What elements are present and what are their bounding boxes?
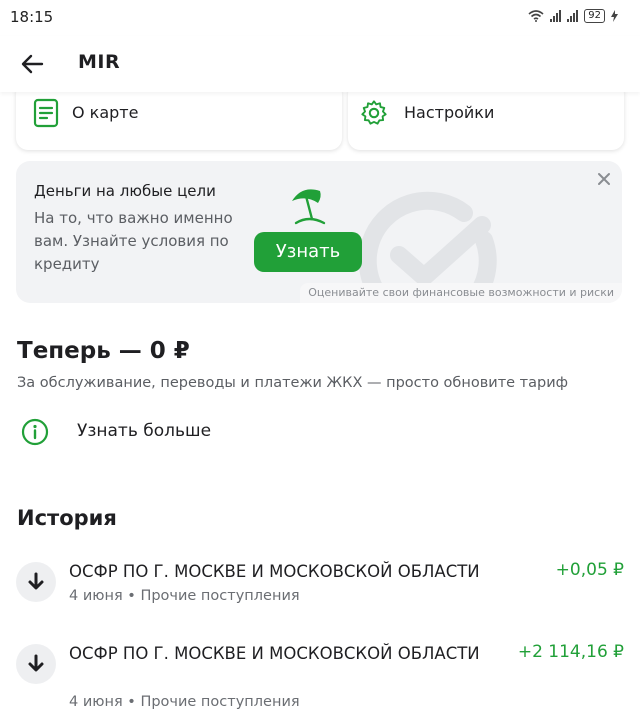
history-title: История (17, 506, 117, 530)
transaction-meta: 4 июня • Прочие поступления (69, 588, 300, 604)
tariff-title: Теперь — 0 ₽ (17, 338, 190, 364)
info-icon (21, 418, 49, 446)
page-title: MIR (78, 51, 121, 73)
learn-more-link[interactable]: Узнать больше (17, 414, 277, 450)
status-time: 18:15 (10, 8, 54, 26)
transaction-amount: +0,05 ₽ (555, 560, 624, 580)
signal-icon (550, 10, 562, 22)
status-icons: 92 (528, 9, 618, 23)
close-icon[interactable] (596, 171, 612, 187)
transaction-meta: 4 июня • Прочие поступления (69, 694, 300, 710)
incoming-arrow-icon (16, 562, 56, 602)
signal-icon-2 (567, 10, 579, 22)
gear-icon (361, 100, 387, 125)
about-card-button[interactable]: О карте (16, 82, 342, 150)
battery-indicator: 92 (584, 9, 605, 23)
settings-card-label: Настройки (404, 103, 495, 122)
incoming-arrow-icon (16, 644, 56, 684)
transaction-amount: +2 114,16 ₽ (517, 642, 624, 662)
back-arrow-icon[interactable] (18, 50, 46, 78)
promo-text: На то, что важно именно вам. Узнайте усл… (34, 209, 233, 273)
about-card-label: О карте (72, 103, 139, 122)
transaction-row[interactable]: ОСФР ПО Г. МОСКВЕ И МОСКОВСКОЙ ОБЛАСТИ 4… (16, 642, 624, 722)
promo-title: Деньги на любые цели (34, 182, 216, 200)
transaction-row[interactable]: ОСФР ПО Г. МОСКВЕ И МОСКОВСКОЙ ОБЛАСТИ 4… (16, 560, 624, 620)
credit-promo-banner: Деньги на любые цели На то, что важно им… (16, 161, 622, 303)
learn-button[interactable]: Узнать (254, 232, 362, 272)
settings-card-button[interactable]: Настройки (348, 82, 624, 150)
status-bar: 18:15 92 (0, 0, 640, 36)
learn-more-label: Узнать больше (77, 421, 212, 441)
transaction-name: ОСФР ПО Г. МОСКВЕ И МОСКОВСКОЙ ОБЛАСТИ (69, 562, 480, 581)
promo-disclaimer: Оценивайте свои финансовые возможности и… (300, 283, 622, 303)
wifi-icon (528, 10, 544, 22)
charging-icon (611, 10, 618, 22)
document-icon (33, 98, 59, 128)
beach-umbrella-icon (292, 189, 326, 225)
app-header: MIR (0, 36, 640, 92)
tariff-subtitle: За обслуживание, переводы и платежи ЖКХ … (17, 375, 569, 391)
transaction-name: ОСФР ПО Г. МОСКВЕ И МОСКОВСКОЙ ОБЛАСТИ (69, 644, 480, 663)
